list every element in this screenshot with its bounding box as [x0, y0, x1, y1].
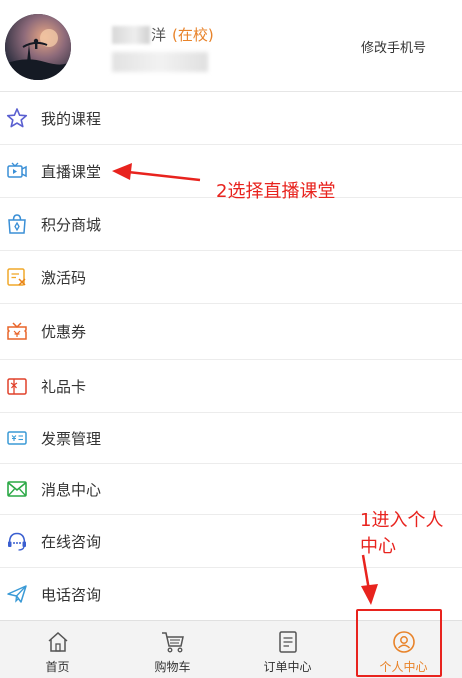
annotation-step-2: 2选择直播课堂 — [216, 181, 336, 202]
annotation-step-1-line-2: 中心 — [360, 536, 396, 557]
tab-home[interactable]: 首页 — [0, 621, 115, 678]
cart-icon — [160, 630, 186, 658]
annotation-highlight-box — [356, 609, 442, 677]
tab-cart[interactable]: 购物车 — [115, 621, 230, 678]
tab-label: 购物车 — [154, 660, 191, 674]
annotation-arrows — [112, 163, 378, 605]
tab-label: 首页 — [45, 660, 70, 674]
tab-label: 订单中心 — [263, 660, 312, 674]
annotation-step-1-line-1: 1进入个人 — [360, 510, 444, 531]
annotation-step-1: 1进入个人 中心 — [360, 508, 443, 560]
tab-orders[interactable]: 订单中心 — [230, 621, 345, 678]
order-list-icon — [277, 630, 299, 658]
home-icon — [46, 630, 70, 658]
